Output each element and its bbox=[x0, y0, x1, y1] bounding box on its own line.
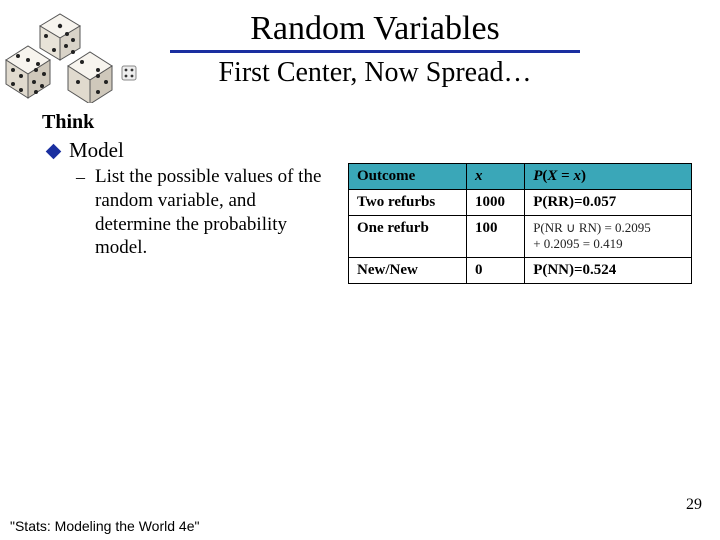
table-row: One refurb 100 P(NR ∪ RN) = 0.2095 + 0.2… bbox=[349, 216, 692, 258]
think-heading: Think bbox=[42, 111, 332, 134]
th-outcome: Outcome bbox=[349, 164, 467, 190]
union-formula-line2: + 0.2095 = 0.419 bbox=[533, 236, 683, 252]
table-row: New/New 0 P(NN)=0.524 bbox=[349, 258, 692, 284]
table-header-row: Outcome x P(X = x) bbox=[349, 164, 692, 190]
cell-outcome: New/New bbox=[349, 258, 467, 284]
cell-px: P(NN)=0.524 bbox=[525, 258, 692, 284]
cell-x: 0 bbox=[466, 258, 524, 284]
cell-px: P(RR)=0.057 bbox=[525, 190, 692, 216]
slide-header: Random Variables First Center, Now Sprea… bbox=[0, 0, 720, 89]
dash-bullet-icon: – bbox=[76, 167, 85, 188]
cell-x: 100 bbox=[466, 216, 524, 258]
left-column: Think Model – List the possible values o… bbox=[42, 111, 332, 260]
union-formula-line1: P(NR ∪ RN) = 0.2095 bbox=[533, 220, 683, 236]
right-column: Outcome x P(X = x) Two refurbs 1000 P(RR… bbox=[348, 111, 692, 284]
cell-x: 1000 bbox=[466, 190, 524, 216]
sub-bullet-text: List the possible values of the random v… bbox=[95, 165, 332, 260]
page-number: 29 bbox=[686, 496, 702, 514]
probability-table: Outcome x P(X = x) Two refurbs 1000 P(RR… bbox=[348, 163, 692, 284]
cell-outcome: Two refurbs bbox=[349, 190, 467, 216]
sub-bullet-row: – List the possible values of the random… bbox=[76, 165, 332, 260]
diamond-bullet-icon bbox=[46, 144, 62, 160]
footer-citation: "Stats: Modeling the World 4e" bbox=[10, 518, 199, 534]
bullet-model-label: Model bbox=[69, 138, 124, 163]
slide-subtitle: First Center, Now Spread… bbox=[30, 57, 720, 89]
table-row: Two refurbs 1000 P(RR)=0.057 bbox=[349, 190, 692, 216]
cell-outcome: One refurb bbox=[349, 216, 467, 258]
bullet-model: Model bbox=[48, 138, 332, 163]
th-px: P(X = x) bbox=[525, 164, 692, 190]
slide-body: Think Model – List the possible values o… bbox=[0, 89, 720, 284]
cell-px: P(NR ∪ RN) = 0.2095 + 0.2095 = 0.419 bbox=[525, 216, 692, 258]
th-x: x bbox=[466, 164, 524, 190]
slide-title: Random Variables bbox=[170, 10, 580, 53]
